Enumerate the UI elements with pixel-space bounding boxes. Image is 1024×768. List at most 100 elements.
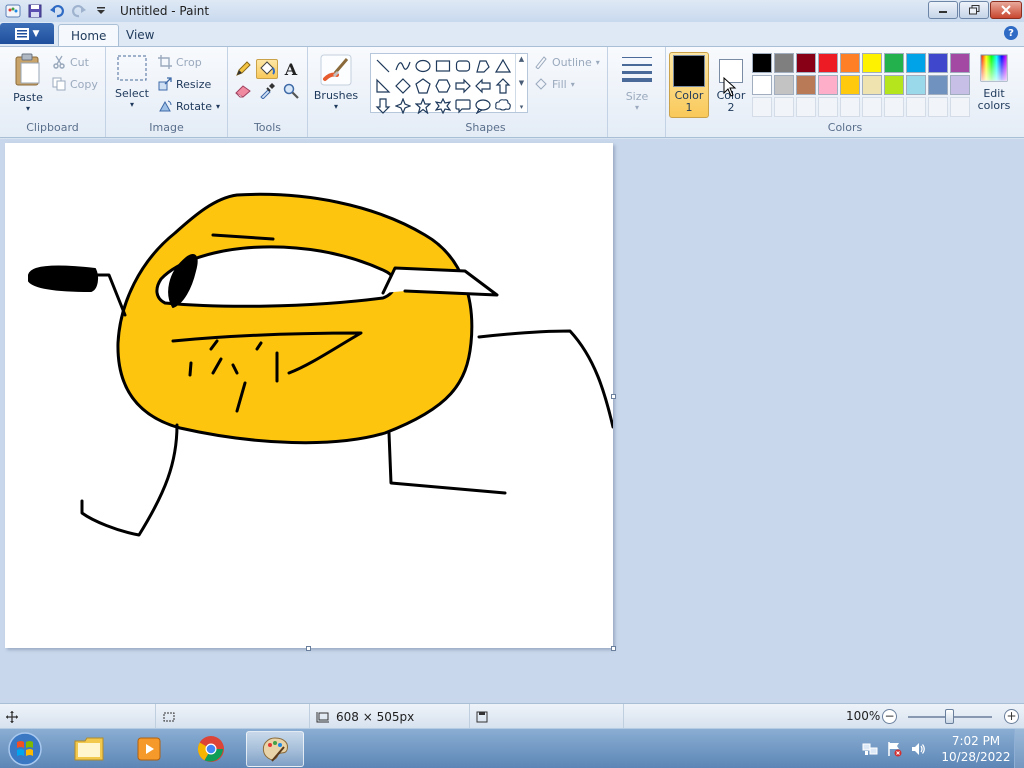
paint-app-icon[interactable] [4,2,22,20]
copy-button[interactable]: Copy [52,77,98,91]
restore-button[interactable] [959,1,989,19]
oval-callout-shape[interactable] [473,96,493,116]
taskbar-explorer[interactable] [60,731,118,767]
drawing[interactable] [5,143,615,648]
taskbar-paint[interactable] [246,731,304,767]
expand-gallery-icon[interactable]: ▾ [520,103,524,111]
palette-color-2-3[interactable] [796,75,816,95]
start-button[interactable] [5,730,45,768]
palette-color-1-6[interactable] [862,53,882,73]
minimize-button[interactable] [928,1,958,19]
palette-custom-slot[interactable] [928,97,948,117]
save-icon[interactable] [26,2,44,20]
taskbar-media-player[interactable] [120,731,178,767]
line-shape[interactable] [373,56,393,76]
color-picker-tool[interactable] [256,81,278,101]
five-point-star-shape[interactable] [413,96,433,116]
palette-color-2-10[interactable] [950,75,970,95]
diamond-shape[interactable] [393,76,413,96]
resize-button[interactable]: Resize [158,77,211,91]
hexagon-shape[interactable] [433,76,453,96]
palette-color-2-2[interactable] [774,75,794,95]
six-point-star-shape[interactable] [433,96,453,116]
paint-menu-button[interactable]: ▼ [0,23,54,44]
help-icon[interactable]: ? [1004,26,1018,40]
zoom-out-button[interactable]: − [882,709,897,724]
taskbar-clock[interactable]: 7:02 PM 10/28/2022 [940,733,1012,765]
pencil-tool[interactable] [232,59,254,79]
tab-home[interactable]: Home [58,24,120,46]
text-tool[interactable]: A [280,59,302,79]
fill-tool[interactable] [256,59,278,79]
canvas-workspace[interactable] [0,139,1024,703]
scroll-down-icon[interactable]: ▼ [519,79,524,87]
outline-button[interactable]: Outline ▾ [534,55,600,69]
four-point-star-shape[interactable] [393,96,413,116]
redo-icon[interactable] [70,2,88,20]
oval-shape[interactable] [413,56,433,76]
crop-button[interactable]: Crop [158,55,202,69]
up-arrow-shape[interactable] [493,76,513,96]
size-button[interactable]: Size ▾ [618,53,656,112]
palette-color-2-5[interactable] [840,75,860,95]
show-desktop-button[interactable] [1014,729,1024,768]
edit-colors-button[interactable]: Edit colors [974,53,1014,112]
cut-button[interactable]: Cut [52,55,89,69]
palette-custom-slot[interactable] [950,97,970,117]
network-icon[interactable] [862,741,878,757]
pentagon-shape[interactable] [413,76,433,96]
shapes-scrollbar[interactable]: ▲ ▼ ▾ [515,54,527,112]
palette-custom-slot[interactable] [906,97,926,117]
select-button[interactable]: Select ▾ [114,55,150,109]
taskbar-chrome[interactable] [182,731,240,767]
right-triangle-shape[interactable] [373,76,393,96]
palette-custom-slot[interactable] [818,97,838,117]
palette-color-1-7[interactable] [884,53,904,73]
palette-color-2-4[interactable] [818,75,838,95]
canvas-resize-handle-bottom[interactable] [306,646,311,651]
fill-button[interactable]: Fill ▾ [534,77,575,91]
paste-button[interactable]: Paste ▾ [8,53,48,113]
triangle-shape[interactable] [493,56,513,76]
palette-color-1-5[interactable] [840,53,860,73]
cloud-callout-shape[interactable] [493,96,513,116]
rectangle-shape[interactable] [433,56,453,76]
canvas-resize-handle-corner[interactable] [611,646,616,651]
drawing-canvas[interactable] [5,143,615,648]
color-1-button[interactable]: Color 1 [669,52,709,118]
palette-color-1-3[interactable] [796,53,816,73]
palette-custom-slot[interactable] [774,97,794,117]
palette-color-1-9[interactable] [928,53,948,73]
palette-color-1-10[interactable] [950,53,970,73]
palette-color-1-8[interactable] [906,53,926,73]
palette-color-1-2[interactable] [774,53,794,73]
rounded-callout-shape[interactable] [453,96,473,116]
palette-custom-slot[interactable] [796,97,816,117]
palette-custom-slot[interactable] [862,97,882,117]
action-center-flag-icon[interactable] [886,741,902,757]
palette-color-2-1[interactable] [752,75,772,95]
palette-custom-slot[interactable] [752,97,772,117]
palette-color-2-7[interactable] [884,75,904,95]
canvas-resize-handle-right[interactable] [611,394,616,399]
scroll-up-icon[interactable]: ▲ [519,55,524,63]
right-arrow-shape[interactable] [453,76,473,96]
palette-color-2-8[interactable] [906,75,926,95]
zoom-slider-thumb[interactable] [945,709,954,724]
down-arrow-shape[interactable] [373,96,393,116]
magnifier-tool[interactable] [280,81,302,101]
palette-color-1-4[interactable] [818,53,838,73]
eraser-tool[interactable] [232,81,254,101]
left-arrow-shape[interactable] [473,76,493,96]
palette-color-2-6[interactable] [862,75,882,95]
undo-icon[interactable] [48,2,66,20]
palette-color-2-9[interactable] [928,75,948,95]
palette-custom-slot[interactable] [884,97,904,117]
customize-toolbar-icon[interactable] [92,2,110,20]
curve-shape[interactable] [393,56,413,76]
brushes-button[interactable]: Brushes ▾ [314,53,358,111]
rounded-rectangle-shape[interactable] [453,56,473,76]
zoom-in-button[interactable]: + [1004,709,1019,724]
speaker-icon[interactable] [910,741,926,757]
palette-custom-slot[interactable] [840,97,860,117]
